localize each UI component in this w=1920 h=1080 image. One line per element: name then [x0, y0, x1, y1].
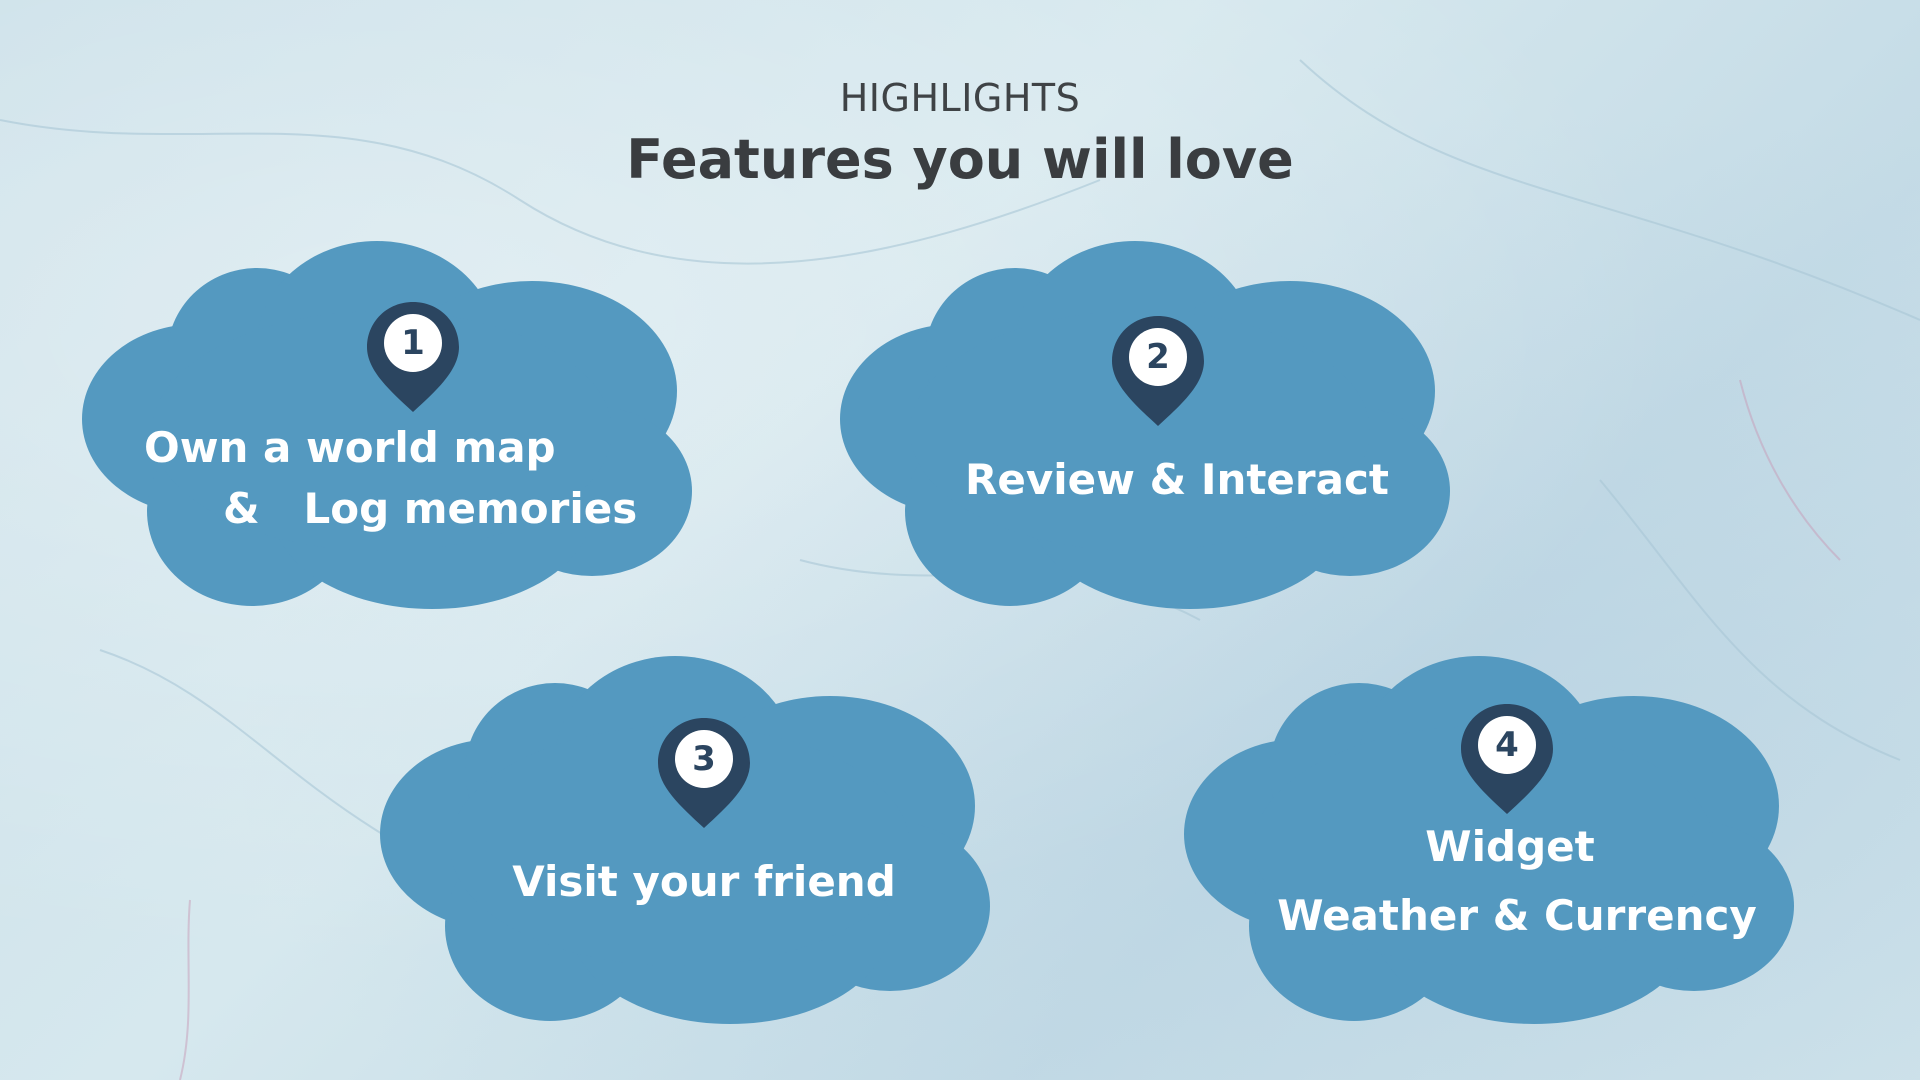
pin-number: 1 — [401, 323, 425, 363]
map-pin-icon-2: 2 — [1112, 316, 1204, 426]
map-pin-icon-4: 4 — [1461, 704, 1553, 814]
pin-number: 4 — [1495, 725, 1519, 765]
feature-4-line-2: Weather & Currency — [1277, 891, 1757, 940]
feature-3-label: Visit your friend — [512, 857, 896, 906]
feature-1-line-1: Own a world map — [144, 423, 556, 472]
feature-1-line-2: & Log memories — [223, 484, 638, 533]
feature-4-line-1: Widget — [1425, 822, 1595, 871]
map-pin-icon-1: 1 — [367, 302, 459, 412]
section-eyebrow: HIGHLIGHTS — [839, 76, 1081, 120]
pin-number: 2 — [1146, 337, 1170, 377]
pin-number: 3 — [692, 739, 716, 779]
feature-2-label: Review & Interact — [965, 455, 1389, 504]
page-title: Features you will love — [626, 128, 1294, 191]
map-pin-icon-3: 3 — [658, 718, 750, 828]
feature-cloud-3 — [380, 656, 990, 1024]
